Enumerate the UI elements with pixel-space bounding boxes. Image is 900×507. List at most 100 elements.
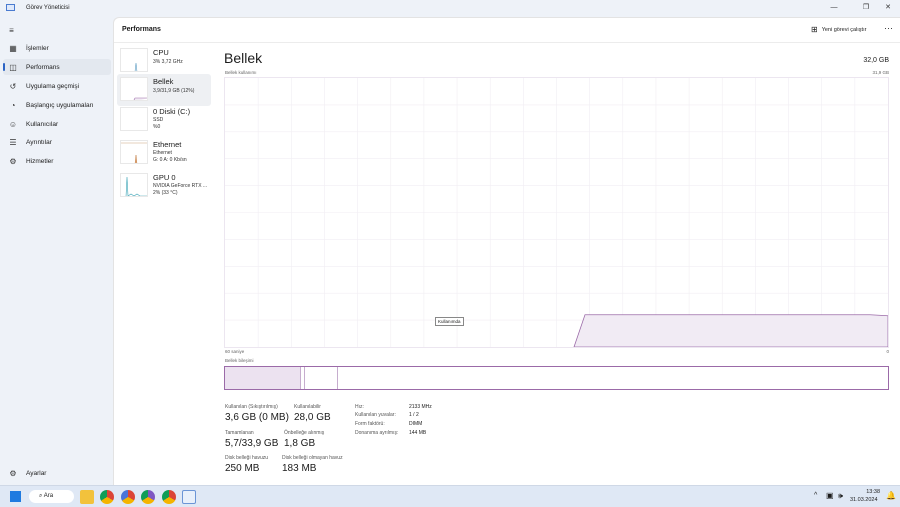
- composition-label: Bellek bileşimi: [225, 358, 254, 363]
- stat-in-use: Kullanılan (Sıkıştırılmış) 3,6 GB (0 MB): [225, 404, 289, 423]
- sidebar-item-processes[interactable]: ▦ İşlemler: [3, 40, 111, 56]
- resource-cpu[interactable]: CPU 3% 3,72 GHz: [117, 45, 211, 77]
- notification-bell-icon[interactable]: 🔔: [886, 491, 896, 500]
- sidebar-item-startup[interactable]: ◔ Başlangıç uygulamaları: [3, 97, 111, 113]
- stat-label: Kullanılabilir: [294, 404, 321, 410]
- hamburger-menu-button[interactable]: ≡: [3, 22, 23, 38]
- resource-disk[interactable]: 0 Diski (C:) SSD %0: [117, 104, 211, 136]
- run-task-icon: ⊞: [811, 25, 818, 34]
- sidebar-item-app-history[interactable]: ↺ Uygulama geçmişi: [3, 78, 111, 94]
- clock-time[interactable]: 13:38: [858, 489, 880, 495]
- window-title: Görev Yöneticisi: [26, 5, 70, 11]
- prop-key: Kullanılan yuvalar:: [355, 412, 396, 418]
- composition-in-use: [225, 367, 302, 389]
- prop-key: Hız:: [355, 404, 364, 410]
- maximize-button[interactable]: ❐: [856, 2, 876, 14]
- search-label: Ara: [43, 493, 54, 499]
- sidebar-item-settings[interactable]: ⚙ Ayarlar: [3, 465, 111, 481]
- close-button[interactable]: ✕: [878, 2, 898, 14]
- memory-usage-area: [573, 314, 889, 348]
- memory-total: 32,0 GB: [863, 57, 889, 64]
- network-icon[interactable]: ▣: [826, 491, 834, 500]
- resource-gpu[interactable]: GPU 0 NVIDIA GeForce RTX ... 2% (33 °C): [117, 170, 211, 202]
- resource-name: Bellek: [153, 77, 174, 86]
- run-task-label: Yeni görevi çalıştır: [821, 26, 867, 33]
- ethernet-thumbnail: [120, 140, 148, 164]
- resource-detail: Ethernet: [153, 150, 172, 156]
- chrome-icon[interactable]: [100, 490, 114, 504]
- chrome-profile-2-icon[interactable]: [141, 490, 155, 504]
- resource-name: Ethernet: [153, 140, 182, 149]
- sidebar-item-label: Kullanıcılar: [26, 120, 59, 128]
- title-bar: Görev Yöneticisi — ❐ ✕: [0, 0, 900, 17]
- stat-cached: Önbelleğe alınmış 1,8 GB: [284, 430, 324, 449]
- resource-name: CPU: [153, 48, 169, 57]
- composition-standby: [305, 367, 339, 389]
- sidebar-item-users[interactable]: ☺ Kullanıcılar: [3, 116, 111, 132]
- sidebar-item-label: Uygulama geçmişi: [26, 82, 80, 90]
- minimize-button[interactable]: —: [824, 2, 844, 14]
- stat-nonpaged-pool: Disk belleği olmayan havuz 183 MB: [282, 455, 343, 474]
- details-icon: ☰: [9, 137, 17, 147]
- run-new-task-button[interactable]: ⊞ Yeni görevi çalıştır: [811, 25, 866, 34]
- sidebar-item-details[interactable]: ☰ Ayrıntılar: [3, 134, 111, 150]
- services-icon: ⚙: [9, 156, 17, 166]
- usage-max: 31,9 GB: [872, 70, 889, 75]
- time-axis-right: 0: [886, 349, 889, 354]
- sidebar-item-label: Hizmetler: [26, 157, 54, 165]
- clock-date[interactable]: 31.03.2024: [850, 497, 878, 503]
- prop-key: Form faktörü:: [355, 421, 385, 427]
- stat-value: 250 MB: [225, 463, 260, 474]
- chrome-profile-3-icon[interactable]: [162, 490, 176, 504]
- stat-value: 28,0 GB: [294, 412, 331, 423]
- stat-label: Disk belleği havuzu: [225, 455, 269, 461]
- sidebar: ≡ ▦ İşlemler ◫ Performans ↺ Uygulama geçmiş…: [0, 17, 113, 485]
- resource-name: GPU 0: [153, 173, 176, 182]
- stat-available: Kullanılabilir 28,0 GB: [294, 404, 331, 423]
- resource-detail: 2% (33 °C): [153, 190, 178, 196]
- memory-usage-graph: Kullanımda: [224, 77, 889, 348]
- users-icon: ☺: [8, 119, 18, 129]
- prop-form-factor: Form faktörü: DIMM: [355, 421, 465, 427]
- stat-value: 5,7/33,9 GB: [225, 438, 279, 449]
- disk-thumbnail: [120, 107, 148, 131]
- resource-ethernet[interactable]: Ethernet Ethernet G: 0 A: 0 Kb/sn: [117, 137, 211, 169]
- prop-value: 144 MB: [409, 430, 427, 436]
- sidebar-item-label: Performans: [26, 63, 60, 71]
- header: Performans ⊞ Yeni görevi çalıştır ···: [114, 18, 900, 43]
- volume-icon[interactable]: 🕪: [838, 491, 843, 501]
- resource-detail: 3% 3,72 GHz: [153, 59, 183, 65]
- search-box[interactable]: ⌕ Ara: [29, 490, 74, 503]
- processes-icon: ▦: [9, 43, 17, 53]
- chrome-profile-icon[interactable]: [121, 490, 135, 504]
- resource-detail: 3,9/31,9 GB (12%): [153, 88, 195, 94]
- usage-label: Bellek kullanımı: [225, 70, 257, 75]
- stat-label: Disk belleği olmayan havuz: [282, 455, 343, 461]
- stat-label: Kullanılan (Sıkıştırılmış): [225, 404, 278, 410]
- menu-icon: ≡: [9, 25, 14, 35]
- history-icon: ↺: [9, 81, 17, 91]
- main-panel: Performans ⊞ Yeni görevi çalıştır ··· CPU…: [113, 17, 900, 486]
- resource-detail: SSD: [153, 117, 164, 123]
- resource-memory[interactable]: Bellek 3,9/31,9 GB (12%): [117, 74, 211, 106]
- prop-key: Donanıma ayrılmış:: [355, 430, 399, 436]
- start-button[interactable]: [10, 491, 21, 502]
- prop-value: 1 / 2: [409, 412, 419, 418]
- task-manager-icon[interactable]: [182, 490, 196, 504]
- sidebar-item-performance[interactable]: ◫ Performans: [3, 59, 111, 75]
- memory-title: Bellek: [224, 50, 263, 66]
- prop-slots: Kullanılan yuvalar: 1 / 2: [355, 412, 465, 418]
- cpu-thumbnail: [120, 48, 148, 72]
- stat-label: Tamamlanan: [225, 430, 254, 436]
- sidebar-item-services[interactable]: ⚙ Hizmetler: [3, 153, 111, 169]
- page-title: Performans: [122, 26, 161, 33]
- stat-value: 1,8 GB: [284, 438, 316, 449]
- taskbar: ⌕ Ara ^ ▣ 🕪 13:38 31.03.2024 🔔: [0, 485, 900, 507]
- more-options-button[interactable]: ···: [884, 23, 893, 33]
- tray-chevron-icon[interactable]: ^: [814, 492, 817, 499]
- prop-hardware-reserved: Donanıma ayrılmış: 144 MB: [355, 430, 465, 436]
- stat-label: Önbelleğe alınmış: [284, 430, 325, 436]
- file-explorer-icon[interactable]: [80, 490, 94, 504]
- memory-composition-bar: [224, 366, 889, 390]
- sidebar-item-label: İşlemler: [26, 44, 49, 52]
